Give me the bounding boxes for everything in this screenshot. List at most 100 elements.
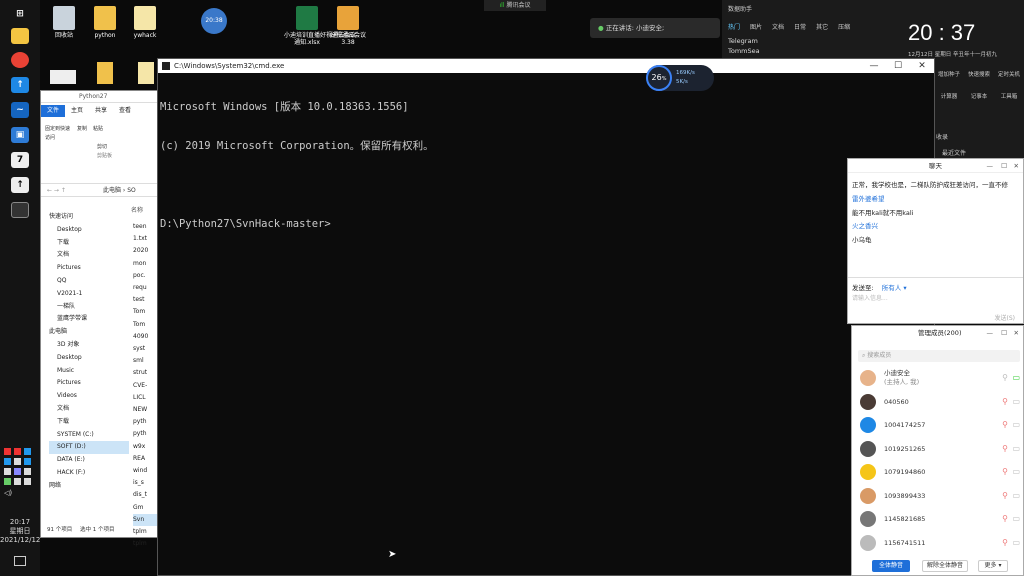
ribbon-paste[interactable]: 粘贴	[93, 125, 103, 143]
mic-muted-icon[interactable]: ⚲	[1002, 439, 1008, 459]
mic-muted-icon[interactable]: ⚲	[1002, 486, 1008, 506]
members-titlebar[interactable]: 管理成员(200) — ☐ ✕	[852, 326, 1023, 340]
unmute-all-button[interactable]: 解除全体静音	[922, 560, 968, 572]
tool-item[interactable]: 记事本	[964, 92, 994, 100]
nav-item[interactable]: SYSTEM (C:)	[49, 429, 129, 442]
nav-item[interactable]: Pictures	[49, 377, 129, 390]
member-row[interactable]: 1145821685 ⚲ ▭	[860, 509, 1020, 529]
desktop-icon-recycle-bin[interactable]: 回收站	[42, 6, 86, 39]
tool-item[interactable]: 计算器	[934, 92, 964, 100]
nav-item[interactable]: Music	[49, 365, 129, 378]
explorer-ribbon[interactable]: 固定到快速访问 复制 粘贴 剪切 剪贴板	[45, 125, 155, 175]
close-button[interactable]: ✕	[1014, 159, 1019, 173]
nav-item[interactable]: HACK (F:)	[49, 467, 129, 480]
camera-icon[interactable]: ▭	[1012, 486, 1020, 506]
send-to-select[interactable]: 所有人	[882, 284, 902, 292]
member-row[interactable]: 1079194860 ⚲ ▭	[860, 462, 1020, 482]
members-window[interactable]: 管理成员(200) — ☐ ✕ ⌕ 搜索成员 小迪安全 (主持人, 我) ⚲ ▭ 040…	[851, 325, 1024, 576]
minimize-button[interactable]: —	[862, 59, 886, 73]
chrome-icon[interactable]	[11, 52, 29, 68]
nav-item[interactable]: Desktop	[49, 224, 129, 237]
mic-muted-icon[interactable]: ⚲	[1002, 368, 1008, 388]
member-row[interactable]: 1156741511 ⚲ ▭	[860, 533, 1020, 553]
ribbon-cut[interactable]: 剪切	[45, 143, 155, 152]
member-list[interactable]: 小迪安全 (主持人, 我) ⚲ ▭ 040560 ⚲ ▭ 1004174257 ⚲ ▭ 101925…	[852, 368, 1024, 554]
tray-icons[interactable]: ◁)	[4, 448, 38, 498]
tool-item[interactable]: 快速搜索	[964, 70, 994, 78]
desktop-icon-doc[interactable]	[50, 70, 76, 84]
cmd-window[interactable]: C:\Windows\System32\cmd.exe — ☐ ✕ Micros…	[157, 58, 935, 576]
column-header-name[interactable]: 名称	[131, 205, 143, 214]
desktop-icon-folder-2[interactable]	[97, 62, 113, 84]
maximize-button[interactable]: ☐	[1001, 159, 1007, 173]
member-row[interactable]: 1093899433 ⚲ ▭	[860, 486, 1020, 506]
member-row[interactable]: 1019251265 ⚲ ▭	[860, 439, 1020, 459]
tab-file[interactable]: 文件	[41, 105, 66, 117]
member-search-input[interactable]: ⌕ 搜索成员	[858, 350, 1020, 362]
taskbar-clock[interactable]: 20:17 星期日 2021/12/12	[0, 518, 40, 545]
nav-item[interactable]: QQ	[49, 275, 129, 288]
chat-titlebar[interactable]: 聊天 — ☐ ✕	[848, 159, 1023, 173]
file-explorer-icon[interactable]	[11, 28, 29, 44]
desktop-icon-folder-3[interactable]	[138, 62, 154, 84]
camera-icon[interactable]: ▭	[1012, 392, 1020, 412]
chat-window[interactable]: 聊天 — ☐ ✕ 正常，我学校也是，二梯队防护成狂差访问，一直不修 雷外婆希望 …	[847, 158, 1024, 324]
camera-icon[interactable]: ▭	[1012, 415, 1020, 435]
file-explorer-window[interactable]: Python27 文件 主页 共享 查看 固定到快速访问 复制 粘贴 剪切 剪贴…	[40, 90, 163, 547]
clock-widget[interactable]: 20:38	[201, 8, 227, 34]
network-widget[interactable]: 26% 169K/s 5K/s	[646, 65, 714, 91]
nav-item[interactable]: 蓝鹰学带课	[49, 313, 129, 326]
nav-item[interactable]: 下载	[49, 237, 129, 250]
cmd-taskbar-icon[interactable]	[11, 202, 29, 218]
nav-item[interactable]: 下载	[49, 416, 129, 429]
cmd-titlebar[interactable]: C:\Windows\System32\cmd.exe — ☐ ✕	[158, 59, 934, 73]
volume-icon[interactable]: ◁)	[4, 489, 38, 497]
desktop-icon-haoshitong[interactable]: 好视通云会议 3.38	[326, 6, 370, 46]
maximize-button[interactable]: ☐	[1001, 326, 1007, 340]
panel-tab[interactable]: 其它	[816, 22, 828, 31]
tool-item[interactable]: 定时关机	[994, 70, 1024, 78]
breadcrumb[interactable]: ← → ↑ 此电脑 › SO	[41, 183, 161, 197]
tool-item[interactable]: 工具箱	[994, 92, 1024, 100]
nav-item[interactable]: DATA (E:)	[49, 454, 129, 467]
explorer-tabs[interactable]: 文件 主页 共享 查看	[41, 105, 161, 117]
nav-item[interactable]: 文档	[49, 249, 129, 262]
camera-icon[interactable]: ▭	[1012, 368, 1020, 388]
tool-item[interactable]: 增加种子	[934, 70, 964, 78]
nav-item[interactable]: Pictures	[49, 262, 129, 275]
member-row[interactable]: 040560 ⚲ ▭	[860, 392, 1020, 412]
nav-item[interactable]: 3D 对象	[49, 339, 129, 352]
desktop-icon-xlsx[interactable]: 小迪培训直播好视通云会议 通知.xlsx	[284, 6, 356, 46]
meeting-status-bar[interactable]: ıll 腾讯会议	[484, 0, 546, 11]
panel-tab[interactable]: 日常	[794, 22, 806, 31]
nav-item[interactable]: 快速访问	[49, 211, 129, 224]
close-button[interactable]: ✕	[910, 59, 934, 73]
close-button[interactable]: ✕	[1014, 326, 1019, 340]
mute-all-button[interactable]: 全体静音	[872, 560, 910, 572]
panel-tabs[interactable]: 热门 图片 文档 日常 其它 压缩	[728, 22, 898, 31]
maximize-button[interactable]: ☐	[886, 59, 910, 73]
nav-item[interactable]: 文档	[49, 403, 129, 416]
member-row[interactable]: 1004174257 ⚲ ▭	[860, 415, 1020, 435]
minimize-button[interactable]: —	[987, 326, 994, 340]
minimize-button[interactable]: —	[987, 159, 994, 173]
panel-item[interactable]: TommSea	[728, 46, 760, 56]
desktop-icon-python[interactable]: python	[83, 6, 127, 39]
panel-items[interactable]: Telegram TommSea	[728, 36, 760, 56]
panel-item[interactable]: Telegram	[728, 36, 760, 46]
camera-icon[interactable]: ▭	[1012, 462, 1020, 482]
nav-item[interactable]: Videos	[49, 390, 129, 403]
mic-muted-icon[interactable]: ⚲	[1002, 533, 1008, 553]
panel-tab[interactable]: 图片	[750, 22, 762, 31]
mic-muted-icon[interactable]: ⚲	[1002, 509, 1008, 529]
mic-muted-icon[interactable]: ⚲	[1002, 392, 1008, 412]
mic-muted-icon[interactable]: ⚲	[1002, 462, 1008, 482]
camera-icon[interactable]: ▭	[1012, 509, 1020, 529]
panel-tab[interactable]: 文档	[772, 22, 784, 31]
camera-icon[interactable]: ▭	[1012, 439, 1020, 459]
mic-muted-icon[interactable]: ⚲	[1002, 415, 1008, 435]
recent-files[interactable]: 最近文件	[942, 148, 966, 157]
notification-icon[interactable]	[14, 556, 26, 566]
nav-item[interactable]: V2021-1	[49, 288, 129, 301]
cmd-output[interactable]: Microsoft Windows [版本 10.0.18363.1556] (…	[160, 75, 434, 257]
